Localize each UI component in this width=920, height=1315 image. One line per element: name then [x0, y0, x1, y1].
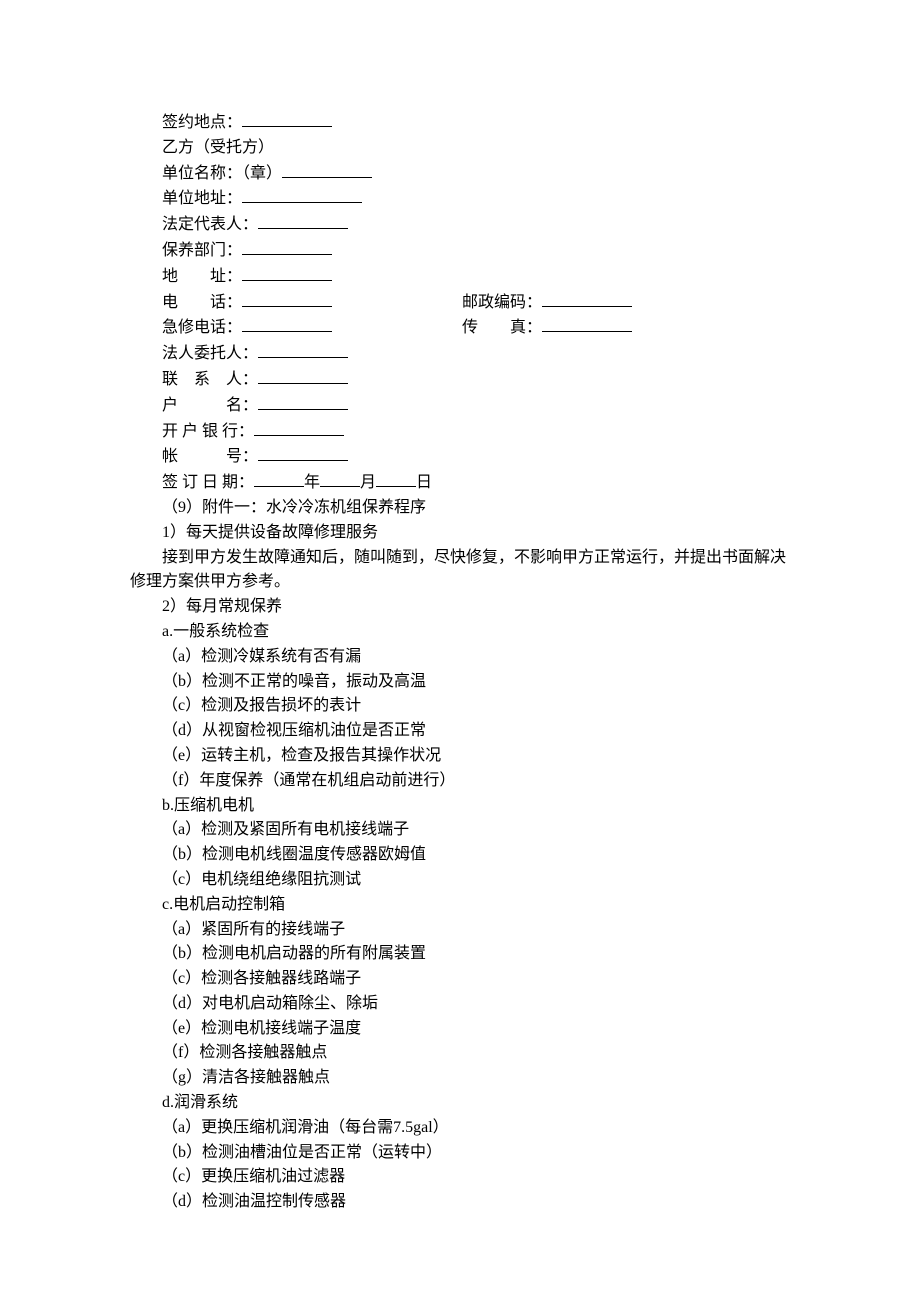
fax-blank — [542, 315, 632, 332]
section-d-item: （c）更换压缩机油过滤器 — [130, 1165, 790, 1190]
section-c-item: （a）紧固所有的接线端子 — [130, 918, 790, 943]
sign-location-blank — [242, 110, 332, 127]
section-c-item: （c）检测各接触器线路端子 — [130, 967, 790, 992]
year-text: 年 — [304, 474, 320, 491]
urgent-phone-blank — [242, 315, 332, 332]
maintenance-dept-line: 保养部门： — [130, 238, 790, 264]
section-a-item: （f）年度保养（通常在机组启动前进行） — [130, 769, 790, 794]
section-c-item: （b）检测电机启动器的所有附属装置 — [130, 942, 790, 967]
account-name-label: 户 名： — [162, 397, 258, 414]
unit-address-blank — [242, 186, 362, 203]
section-a-item: （c）检测及报告损坏的表计 — [130, 694, 790, 719]
party-b-line: 乙方（受托方） — [130, 136, 790, 161]
account-number-label: 帐 号： — [162, 448, 258, 465]
month-text: 月 — [360, 474, 376, 491]
party-b-label: 乙方（受托方） — [162, 139, 274, 156]
sign-date-line: 签 订 日 期： 年 月 日 — [130, 470, 790, 496]
address-line: 地 址： — [130, 264, 790, 290]
appendix-item2: 2）每月常规保养 — [130, 595, 790, 620]
bank-line: 开 户 银 行： — [130, 419, 790, 445]
account-number-line: 帐 号： — [130, 444, 790, 470]
section-d-item: （a）更换压缩机润滑油（每台需7.5gal） — [130, 1116, 790, 1141]
sign-date-label: 签 订 日 期： — [162, 474, 254, 491]
unit-name-line: 单位名称：（章） — [130, 161, 790, 187]
section-d-item: （d）检测油温控制传感器 — [130, 1190, 790, 1215]
postal-code-label: 邮政编码： — [462, 294, 542, 311]
section-b-item: （b）检测电机线圈温度传感器欧姆值 — [130, 843, 790, 868]
appendix-item1: 1）每天提供设备故障修理服务 — [130, 521, 790, 546]
section-a-item: （a）检测冷媒系统有否有漏 — [130, 645, 790, 670]
section-d-item: （b）检测油槽油位是否正常（运转中） — [130, 1141, 790, 1166]
contact-label: 联 系 人： — [162, 371, 258, 388]
sign-location-line: 签约地点： — [130, 110, 790, 136]
phone-postal-row: 电 话： 邮政编码： — [130, 290, 790, 316]
section-a-title: a.一般系统检查 — [130, 620, 790, 645]
fax-label: 传 真： — [462, 319, 542, 336]
legal-rep-blank — [258, 212, 348, 229]
section-c-item: （e）检测电机接线端子温度 — [130, 1017, 790, 1042]
section-a-item: （d）从视窗检视压缩机油位是否正常 — [130, 719, 790, 744]
postal-code-blank — [542, 290, 632, 307]
legal-rep-line: 法定代表人： — [130, 212, 790, 238]
year-blank — [254, 470, 304, 487]
day-text: 日 — [416, 474, 432, 491]
maintenance-dept-blank — [242, 238, 332, 255]
month-blank — [320, 470, 360, 487]
legal-rep-label: 法定代表人： — [162, 216, 258, 233]
bank-label: 开 户 银 行： — [162, 423, 254, 440]
phone-label: 电 话： — [162, 294, 242, 311]
contact-blank — [258, 367, 348, 384]
section-c-item: （f）检测各接触器触点 — [130, 1041, 790, 1066]
phone-blank — [242, 290, 332, 307]
unit-name-label: 单位名称：（章） — [162, 165, 282, 182]
maintenance-dept-label: 保养部门： — [162, 242, 242, 259]
legal-entrustee-line: 法人委托人： — [130, 341, 790, 367]
unit-address-line: 单位地址： — [130, 186, 790, 212]
bank-blank — [254, 419, 344, 436]
urgent-phone-label: 急修电话： — [162, 319, 242, 336]
urgent-fax-row: 急修电话： 传 真： — [130, 315, 790, 341]
unit-address-label: 单位地址： — [162, 190, 242, 207]
account-number-blank — [258, 444, 348, 461]
account-name-line: 户 名： — [130, 393, 790, 419]
legal-entrustee-blank — [258, 341, 348, 358]
section-c-item: （g）清洁各接触器触点 — [130, 1066, 790, 1091]
day-blank — [376, 470, 416, 487]
section-c-title: c.电机启动控制箱 — [130, 893, 790, 918]
document-page: 签约地点： 乙方（受托方） 单位名称：（章） 单位地址： 法定代表人： 保养部门… — [0, 0, 920, 1315]
section-b-title: b.压缩机电机 — [130, 794, 790, 819]
contact-line: 联 系 人： — [130, 367, 790, 393]
section-b-item: （a）检测及紧固所有电机接线端子 — [130, 818, 790, 843]
unit-name-blank — [282, 161, 372, 178]
address-blank — [242, 264, 332, 281]
appendix-title: （9）附件一：水冷冷冻机组保养程序 — [130, 496, 790, 521]
sign-location-label: 签约地点： — [162, 114, 242, 131]
section-d-title: d.润滑系统 — [130, 1091, 790, 1116]
section-b-item: （c）电机绕组绝缘阻抗测试 — [130, 868, 790, 893]
address-label: 地 址： — [162, 268, 242, 285]
section-a-item: （b）检测不正常的噪音，振动及高温 — [130, 670, 790, 695]
appendix-item1-desc: 接到甲方发生故障通知后，随叫随到，尽快修复，不影响甲方正常运行，并提出书面解决修… — [130, 546, 790, 596]
section-a-item: （e）运转主机，检查及报告其操作状况 — [130, 744, 790, 769]
section-c-item: （d）对电机启动箱除尘、除垢 — [130, 992, 790, 1017]
account-name-blank — [258, 393, 348, 410]
legal-entrustee-label: 法人委托人： — [162, 345, 258, 362]
